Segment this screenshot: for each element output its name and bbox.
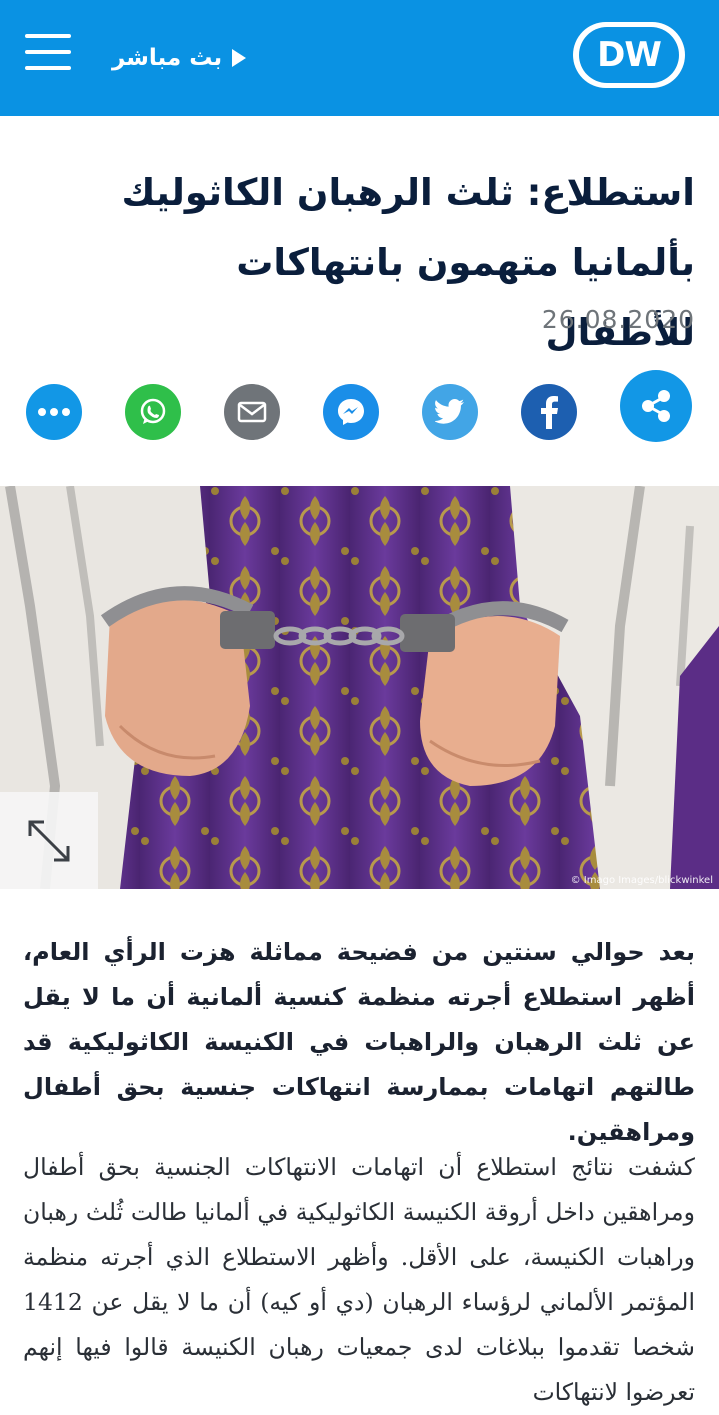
share-bar bbox=[0, 370, 719, 460]
logo-text: DW bbox=[579, 27, 679, 83]
share-icon bbox=[642, 390, 670, 422]
handcuffed-hands-image bbox=[0, 486, 719, 889]
facebook-icon bbox=[541, 396, 558, 429]
email-icon bbox=[237, 401, 267, 423]
article-title: استطلاع: ثلث الرهبان الكاثوليك بألمانيا … bbox=[121, 171, 695, 354]
expand-icon bbox=[28, 820, 70, 862]
image-credit: © Imago Images/blickwinkel bbox=[570, 875, 713, 886]
top-bar: بث مباشر DW bbox=[0, 0, 719, 116]
whatsapp-icon bbox=[140, 398, 166, 424]
messenger-button[interactable] bbox=[323, 384, 379, 440]
article-date: 26.08.2020 bbox=[541, 305, 695, 334]
article-image[interactable]: © Imago Images/blickwinkel bbox=[0, 486, 719, 889]
twitter-icon bbox=[435, 399, 464, 424]
twitter-button[interactable] bbox=[422, 384, 478, 440]
live-label: بث مباشر bbox=[112, 45, 223, 71]
dw-logo[interactable]: DW bbox=[573, 22, 685, 88]
whatsapp-button[interactable] bbox=[125, 384, 181, 440]
article-body: كشفت نتائج استطلاع أن اتهامات الانتهاكات… bbox=[23, 1153, 695, 1406]
more-dots-icon bbox=[38, 408, 70, 416]
share-button[interactable] bbox=[620, 370, 692, 442]
email-button[interactable] bbox=[224, 384, 280, 440]
live-stream-button[interactable]: بث مباشر bbox=[112, 38, 247, 78]
article-lead: بعد حوالي سنتين من فضيحة مماثلة هزت الرأ… bbox=[23, 938, 695, 1146]
messenger-icon bbox=[338, 399, 364, 425]
facebook-button[interactable] bbox=[521, 384, 577, 440]
play-icon bbox=[232, 49, 247, 67]
expand-image-button[interactable] bbox=[0, 792, 98, 889]
more-button[interactable] bbox=[26, 384, 82, 440]
menu-icon[interactable] bbox=[25, 34, 71, 70]
